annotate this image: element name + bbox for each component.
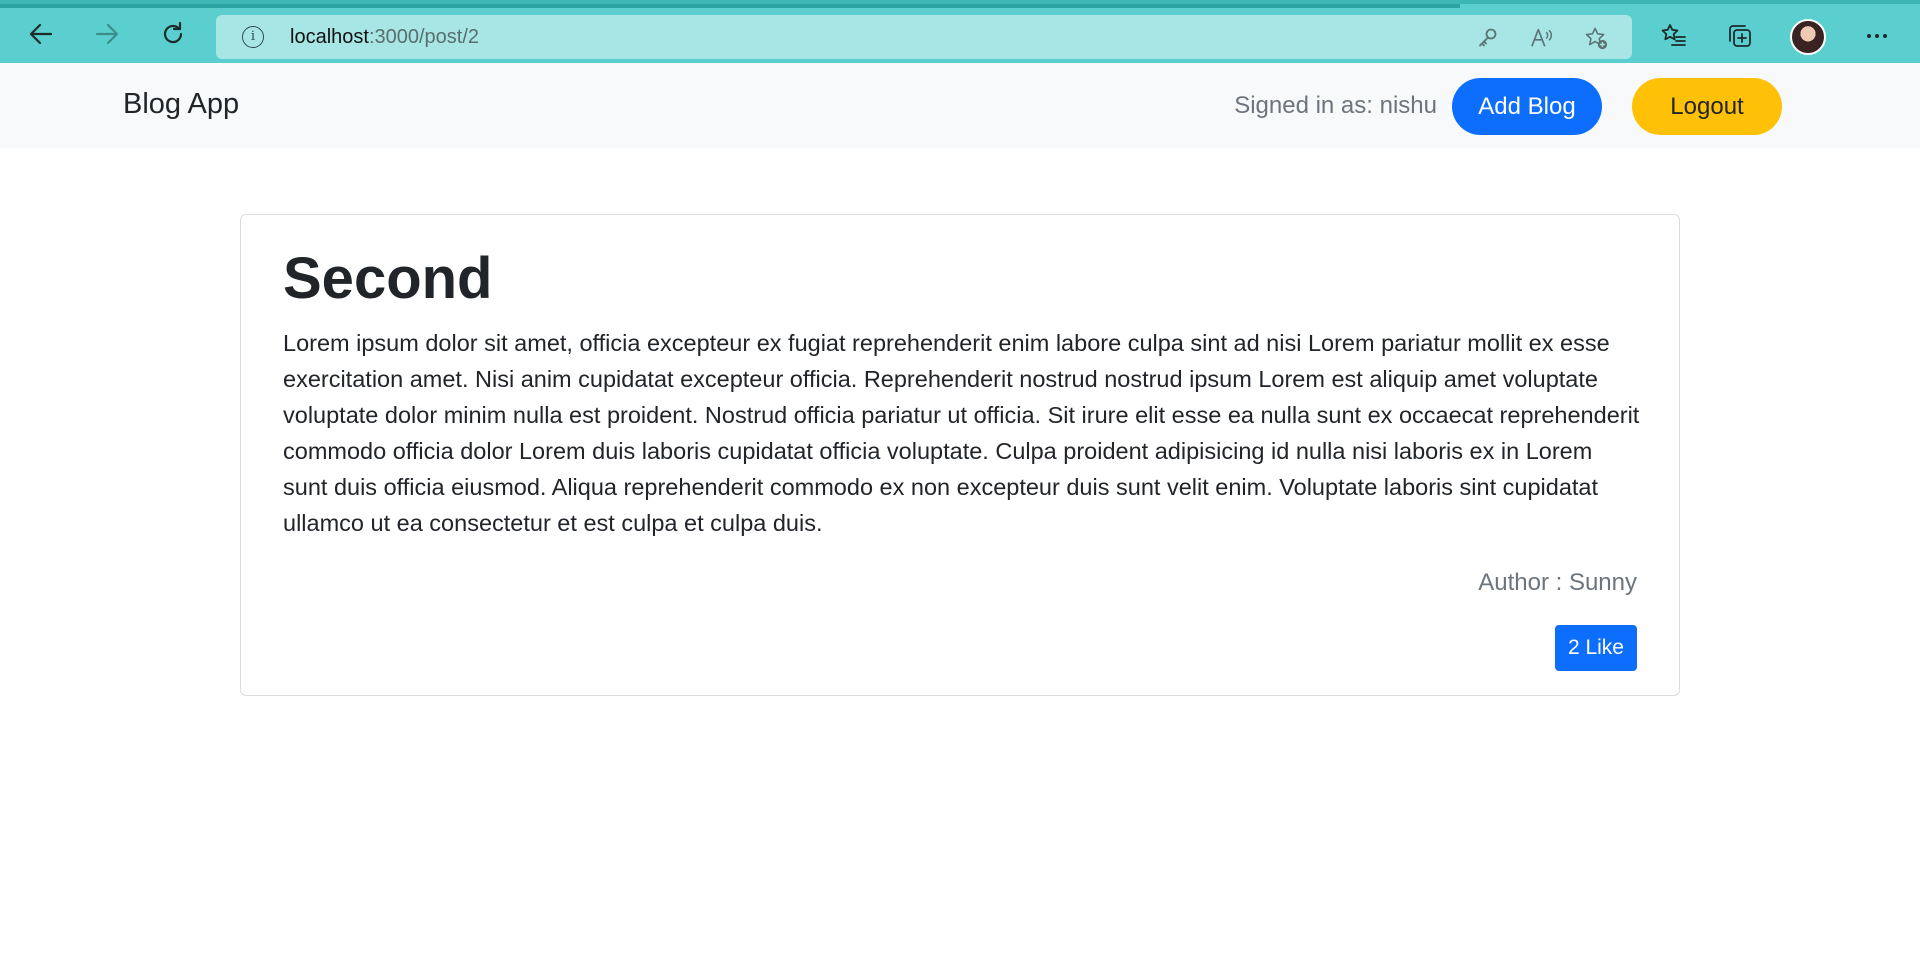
- key-icon[interactable]: [1476, 26, 1500, 50]
- like-button[interactable]: 2 Like: [1554, 625, 1637, 671]
- info-icon[interactable]: i: [242, 26, 264, 48]
- post-title: Second: [283, 246, 493, 311]
- post-author: Author : Sunny: [1478, 569, 1637, 596]
- profile-avatar[interactable]: [1790, 19, 1826, 55]
- post-card: Second Lorem ipsum dolor sit amet, offic…: [240, 214, 1680, 696]
- address-bar[interactable]: i localhost:3000/post/2: [216, 15, 1632, 59]
- refresh-icon: [159, 20, 187, 52]
- read-aloud-icon[interactable]: [1530, 26, 1554, 50]
- app-navbar: Blog App Signed in as: nishu Add Blog Lo…: [0, 63, 1920, 148]
- logout-button[interactable]: Logout: [1632, 78, 1782, 135]
- post-body: Lorem ipsum dolor sit amet, officia exce…: [283, 330, 1640, 536]
- page-load-progress: [0, 4, 1460, 8]
- forward-button[interactable]: [90, 19, 124, 53]
- collections-icon[interactable]: [1723, 19, 1757, 53]
- url-path: :3000/post/2: [368, 26, 480, 48]
- browser-toolbar: i localhost:3000/post/2: [0, 0, 1920, 63]
- back-button[interactable]: [24, 19, 58, 53]
- arrow-left-icon: [27, 20, 55, 52]
- more-icon[interactable]: [1860, 19, 1894, 53]
- url-host: localhost: [290, 26, 369, 48]
- brand-link[interactable]: Blog App: [123, 87, 239, 121]
- refresh-button[interactable]: [156, 19, 190, 53]
- arrow-right-icon: [93, 20, 121, 52]
- star-plus-icon[interactable]: [1584, 26, 1608, 50]
- favorites-list-icon[interactable]: [1657, 19, 1691, 53]
- signed-in-text: Signed in as: nishu: [1234, 92, 1437, 119]
- add-blog-button[interactable]: Add Blog: [1452, 78, 1602, 135]
- url-text[interactable]: localhost:3000/post/2: [290, 26, 479, 48]
